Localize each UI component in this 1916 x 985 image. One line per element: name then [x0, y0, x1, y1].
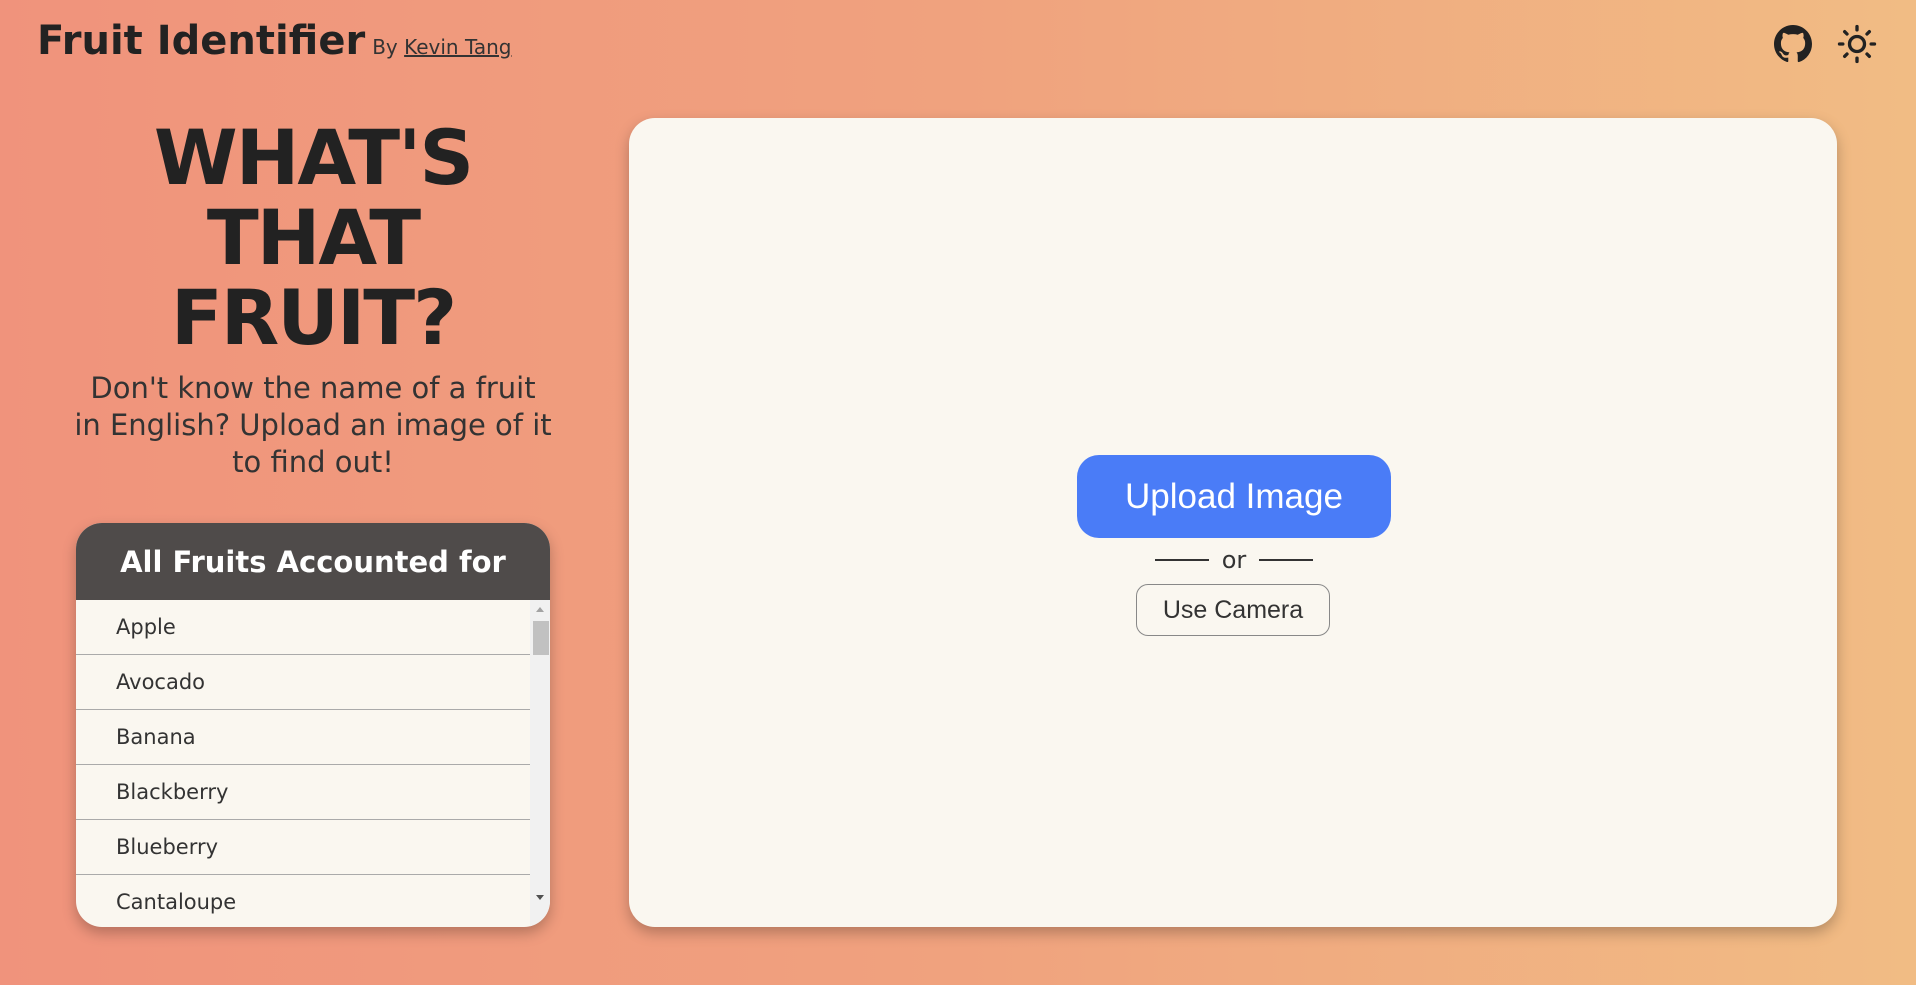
fruit-list: Apple Avocado Banana Blackberry Blueberr…: [76, 600, 530, 927]
byline: By Kevin Tang: [372, 35, 511, 59]
divider-line-left: [1155, 559, 1209, 561]
hero-line-1: WHAT'S: [153, 113, 474, 202]
hero-heading: WHAT'S THAT FRUIT?: [70, 118, 556, 358]
list-item: Avocado: [76, 655, 530, 710]
author-link[interactable]: Kevin Tang: [404, 35, 511, 59]
or-divider: or: [1155, 542, 1313, 578]
hero-section: WHAT'S THAT FRUIT? Don't know the name o…: [70, 118, 556, 481]
upload-image-button[interactable]: Upload Image: [1077, 455, 1391, 538]
scroll-down-arrow-icon[interactable]: [536, 895, 544, 900]
scroll-up-arrow-icon[interactable]: [536, 607, 544, 612]
use-camera-button[interactable]: Use Camera: [1136, 584, 1330, 636]
fruit-list-card: All Fruits Accounted for Apple Avocado B…: [76, 523, 550, 927]
sun-icon[interactable]: [1836, 23, 1878, 65]
by-label: By: [372, 35, 398, 59]
list-item: Blueberry: [76, 820, 530, 875]
hero-line-3: FRUIT?: [170, 273, 457, 362]
scrollbar-thumb[interactable]: [533, 621, 549, 655]
list-item: Blackberry: [76, 765, 530, 820]
github-icon[interactable]: [1772, 23, 1814, 65]
fruit-list-heading: All Fruits Accounted for: [76, 523, 550, 600]
site-title: Fruit Identifier: [37, 18, 366, 64]
site-header: Fruit Identifier By Kevin Tang: [37, 18, 1916, 78]
list-item: Banana: [76, 710, 530, 765]
upload-panel: Upload Image or Use Camera: [629, 118, 1837, 927]
list-item: Apple: [76, 600, 530, 655]
fruit-list-scrollbar[interactable]: [530, 600, 550, 927]
header-icons: [1772, 23, 1878, 65]
list-item: Cantaloupe: [76, 875, 530, 927]
or-label: or: [1221, 546, 1247, 574]
hero-line-2: THAT: [206, 193, 421, 282]
divider-line-right: [1259, 559, 1313, 561]
tagline: Don't know the name of a fruit in Englis…: [74, 371, 552, 479]
